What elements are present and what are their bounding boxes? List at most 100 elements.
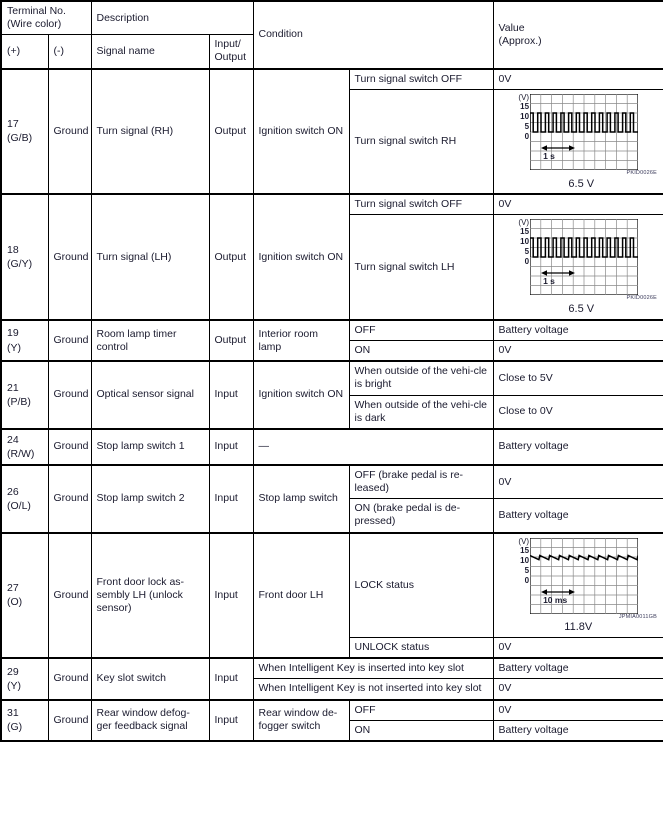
signal-name-cell: Optical sensor signal <box>90 360 210 430</box>
condition-sub-cell: OFF <box>348 319 494 342</box>
input-output-cell: Input <box>208 427 254 466</box>
wire-color: (R/W) <box>7 447 35 460</box>
terminal-number-cell: 19 (Y) <box>0 318 49 362</box>
condition-main-cell: Stop lamp switch <box>252 464 350 534</box>
input-output-cell: Input <box>208 464 254 534</box>
wire-color: (G/Y) <box>7 258 33 271</box>
condition-sub-cell: ON (brake pedal is de-pressed) <box>348 498 494 534</box>
header-value-line1: Value <box>498 21 525 34</box>
header-input-output-line2: Output <box>214 51 247 64</box>
table-row: 18 (G/Y) Ground Turn signal (LH) Output Ignit… <box>0 193 663 321</box>
terminal-number: 29 <box>7 665 19 678</box>
wire-color: (P/B) <box>7 396 31 408</box>
table-row: 21 (P/B) Ground Optical sensor signal Input I… <box>0 360 663 430</box>
condition-sub-cell: Turn signal switch RH <box>348 88 494 195</box>
condition-sub-cell: ON <box>348 719 494 742</box>
terminal-number-cell: 31 (G) <box>0 698 49 742</box>
input-output-cell: Input <box>208 698 254 742</box>
header-row-1: Terminal No. (Wire color) Description Co… <box>0 0 663 69</box>
condition-main-cell: Ignition switch ON <box>252 193 350 321</box>
terminal-number-cell: 18 (G/Y) <box>0 193 49 321</box>
table-row: 27 (O) Ground Front door lock as-sembly LH … <box>0 531 663 659</box>
condition-span-cell: — <box>252 427 494 466</box>
condition-sub-cell: ON <box>348 340 494 362</box>
signal-name-cell: Room lamp timer control <box>90 318 210 362</box>
terminal-number: 21 <box>7 381 19 394</box>
value-cell: Battery voltage <box>492 427 663 466</box>
table-row: 29 (Y) Ground Key slot switch Input When Inte… <box>0 657 663 701</box>
input-output-cell: Output <box>208 318 254 362</box>
table-row: 24 (R/W) Ground Stop lamp switch 1 Input — Bat… <box>0 427 663 466</box>
waveform-plot: 1 s <box>530 219 639 296</box>
condition-main-cell: Interior room lamp <box>252 318 350 362</box>
signal-name-cell: Rear window defog-ger feedback signal <box>90 698 210 742</box>
terminal-number: 17 <box>7 118 19 131</box>
ground-cell: Ground <box>47 657 92 701</box>
condition-wide-cell: When Intelligent Key is not inserted int… <box>252 678 494 701</box>
value-cell: 0V <box>492 637 663 659</box>
value-waveform-cell: (V) 15 10 5 0 10 ms JPMIA0011GB 11.8V <box>492 531 663 639</box>
figure-code: PKID0026E <box>626 295 657 302</box>
header-condition: Condition <box>252 0 494 69</box>
waveform-value: 11.8V <box>564 621 593 634</box>
signal-name-cell: Front door lock as-sembly LH (unlock sen… <box>90 531 210 659</box>
value-cell: 0V <box>492 193 663 216</box>
input-output-cell: Output <box>208 193 254 321</box>
input-output-cell: Input <box>208 657 254 701</box>
terminal-number-cell: 26 (O/L) <box>0 464 49 534</box>
value-waveform-cell: (V) 15 10 5 0 1 s PKID0026E 6.5 V <box>492 88 663 195</box>
terminal-number: 31 <box>7 707 19 720</box>
spec-sheet: Terminal No. (Wire color) Description Co… <box>0 0 663 818</box>
value-cell: Battery voltage <box>492 657 663 680</box>
condition-main-cell: Ignition switch ON <box>252 360 350 430</box>
table-row: 26 (O/L) Ground Stop lamp switch 2 Input Stop… <box>0 464 663 534</box>
signal-name-cell: Key slot switch <box>90 657 210 701</box>
ground-cell: Ground <box>47 193 92 321</box>
header-plus: (+) <box>0 34 49 69</box>
header-input-output: Input/ Output <box>208 34 254 69</box>
condition-sub-cell: Turn signal switch OFF <box>348 67 494 90</box>
value-cell: Battery voltage <box>492 719 663 742</box>
signal-name-cell: Stop lamp switch 1 <box>90 427 210 466</box>
table-row: 17 (G/B) Ground Turn signal (RH) Output Ignit… <box>0 67 663 195</box>
ground-cell: Ground <box>47 698 92 742</box>
ground-cell: Ground <box>47 360 92 430</box>
waveform-figure-turn_signal_lh: (V) 15 10 5 0 1 s PKID0026E 6.5 V <box>518 218 657 316</box>
input-output-cell: Input <box>208 531 254 659</box>
terminal-number: 19 <box>7 327 19 340</box>
header-terminal-no-line1: Terminal No. <box>7 5 66 17</box>
figure-code: JPMIA0011GB <box>618 613 657 620</box>
wire-color: (O) <box>7 596 23 609</box>
input-output-cell: Input <box>208 360 254 430</box>
value-cell: 0V <box>492 464 663 500</box>
value-cell: Battery voltage <box>492 319 663 342</box>
wire-color: (G) <box>7 721 23 734</box>
condition-sub-cell: OFF (brake pedal is re-leased) <box>348 464 494 500</box>
ground-cell: Ground <box>47 427 92 466</box>
value-cell: Close to 0V <box>492 394 663 430</box>
waveform-plot: 10 ms <box>530 537 639 614</box>
header-value: Value (Approx.) <box>492 0 663 69</box>
value-cell: 0V <box>492 678 663 701</box>
waveform-figure-turn_signal_rh: (V) 15 10 5 0 1 s PKID0026E 6.5 V <box>518 92 657 190</box>
wire-color: (Y) <box>7 679 21 692</box>
header-input-output-line1: Input/ <box>214 38 241 51</box>
value-cell: 0V <box>492 698 663 721</box>
table-row: 19 (Y) Ground Room lamp timer control Output… <box>0 318 663 362</box>
condition-sub-cell: When outside of the vehi-cle is dark <box>348 394 494 430</box>
waveform-value: 6.5 V <box>568 303 595 316</box>
terminal-number-cell: 17 (G/B) <box>0 67 49 195</box>
wire-color: (O/L) <box>7 499 31 512</box>
terminal-specification-table: Terminal No. (Wire color) Description Co… <box>0 0 663 742</box>
condition-sub-cell: When outside of the vehi-cle is bright <box>348 360 494 396</box>
value-waveform-cell: (V) 15 10 5 0 1 s PKID0026E 6.5 V <box>492 214 663 321</box>
ground-cell: Ground <box>47 531 92 659</box>
terminal-number: 24 <box>7 433 19 446</box>
signal-name-cell: Stop lamp switch 2 <box>90 464 210 534</box>
ground-cell: Ground <box>47 318 92 362</box>
header-signal-name: Signal name <box>90 34 210 69</box>
header-terminal-no: Terminal No. (Wire color) <box>0 0 92 35</box>
ground-cell: Ground <box>47 464 92 534</box>
table-body: 17 (G/B) Ground Turn signal (RH) Output Ignit… <box>0 67 663 742</box>
terminal-number-cell: 21 (P/B) <box>0 360 49 430</box>
